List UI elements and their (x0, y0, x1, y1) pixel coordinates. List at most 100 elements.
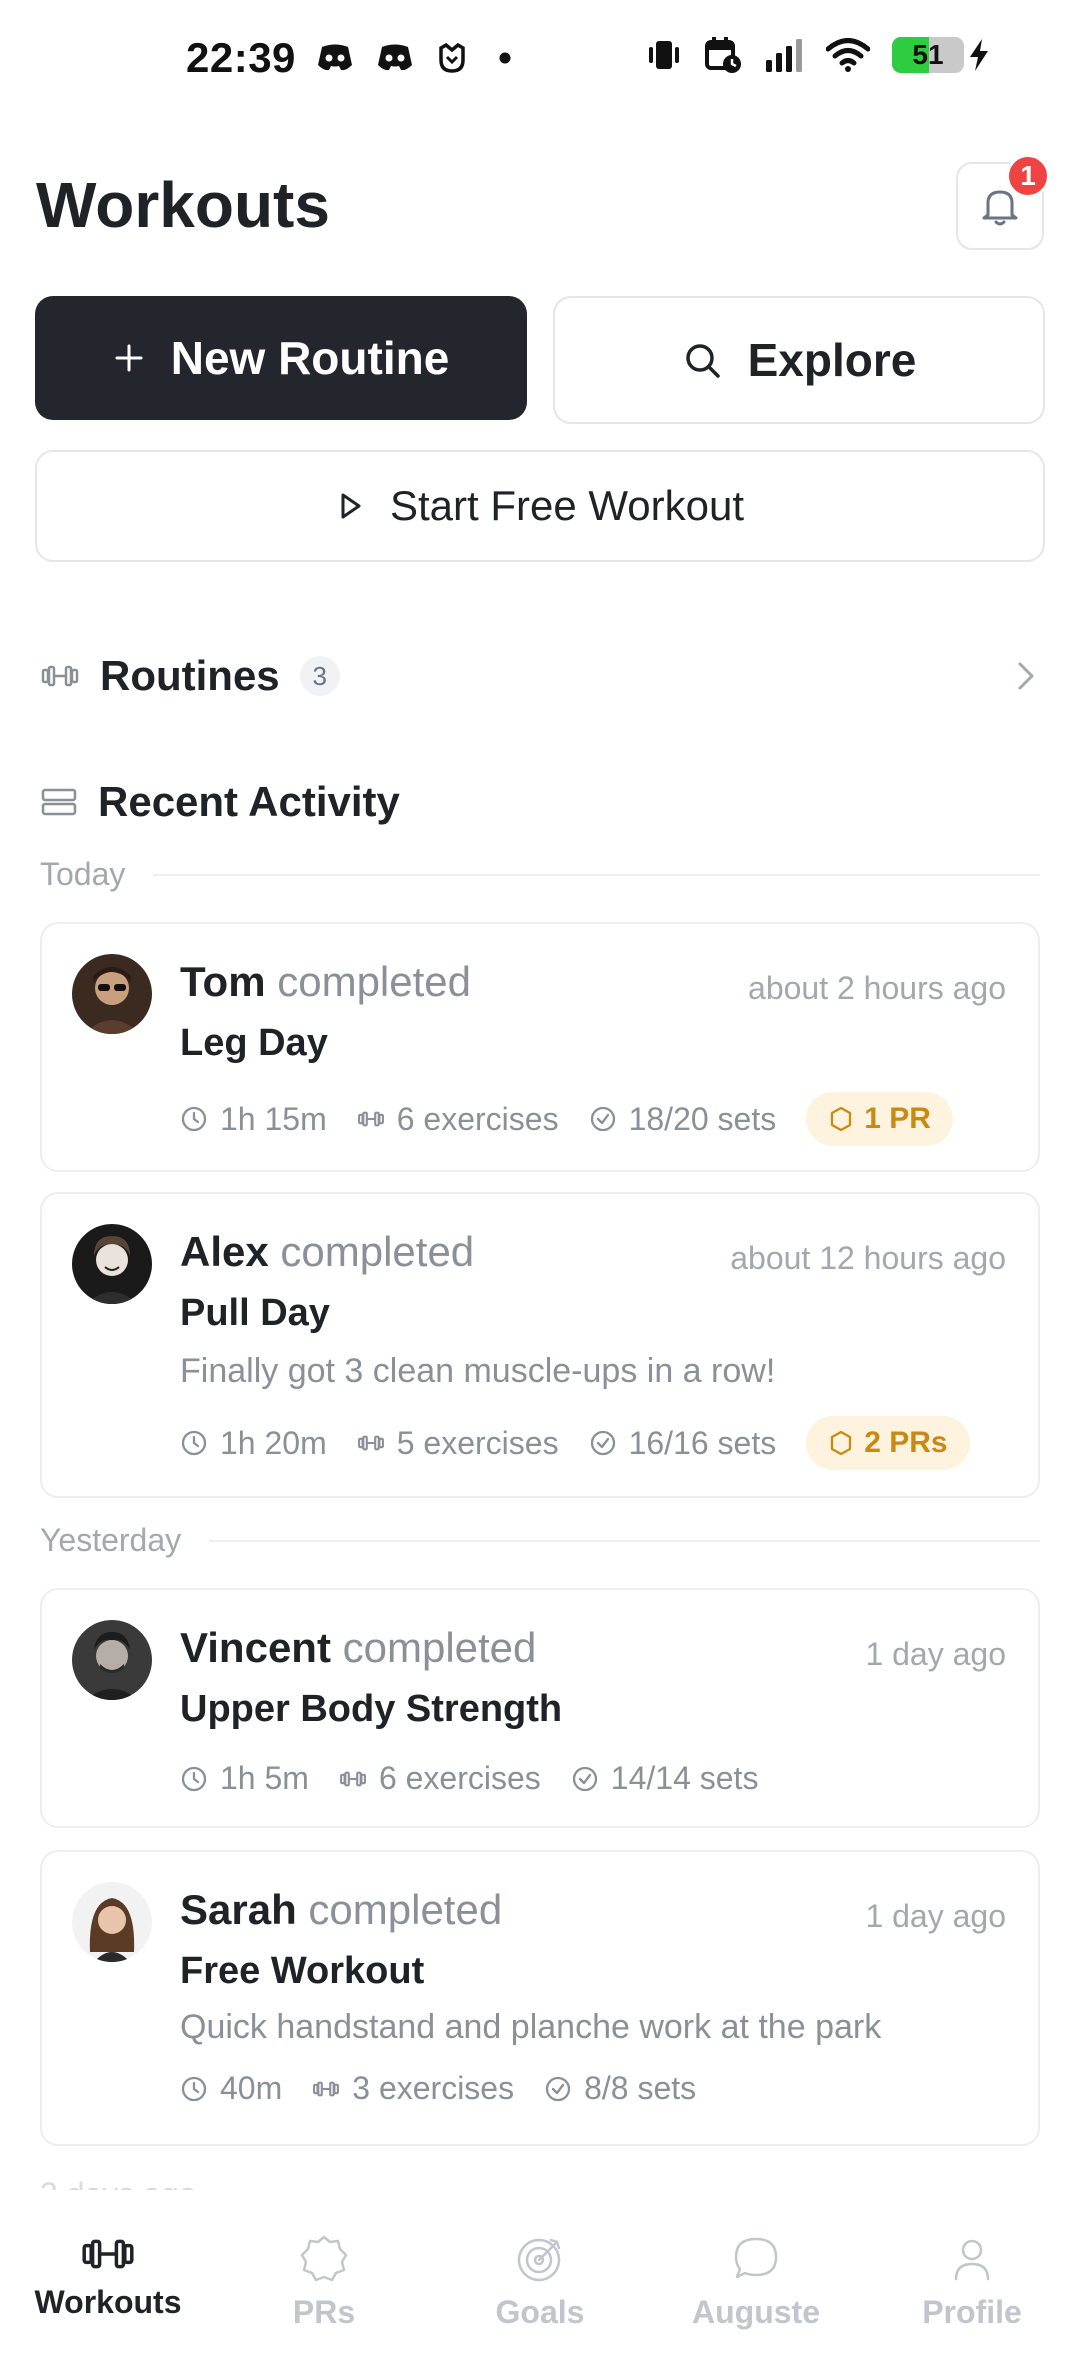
user-name[interactable]: Sarah (180, 1886, 297, 1933)
list-icon (41, 788, 77, 816)
exercises-stat: 5 exercises (357, 1425, 559, 1462)
pr-count: 2 PRs (864, 1426, 948, 1459)
nav-prs[interactable]: PRs (216, 2190, 432, 2376)
nav-label: Profile (922, 2294, 1022, 2330)
nav-profile[interactable]: Profile (864, 2190, 1080, 2376)
user-name[interactable]: Tom (180, 958, 266, 1005)
activity-time: about 2 hours ago (748, 970, 1006, 1006)
activity-card[interactable]: Vincent completed 1 day ago Upper Body S… (40, 1588, 1040, 1828)
pr-count: 1 PR (864, 1102, 931, 1135)
pr-badge: 2 PRs (806, 1416, 970, 1470)
new-routine-label: New Routine (170, 332, 450, 384)
wifi-icon (826, 38, 870, 72)
workout-name: Leg Day (180, 1022, 328, 1064)
nav-goals[interactable]: Goals (432, 2190, 648, 2376)
duration-stat: 40m (180, 2070, 282, 2107)
routines-row[interactable]: Routines 3 (40, 636, 1040, 716)
explore-button[interactable]: Explore (553, 296, 1045, 424)
duration-value: 1h 15m (220, 1100, 327, 1137)
activity-card[interactable]: Sarah completed 1 day ago Free Workout Q… (40, 1850, 1040, 2146)
badge-icon (831, 1430, 852, 1456)
bottom-navigation: Workouts PRs Goals Auguste Profile (0, 2190, 1080, 2376)
start-free-workout-button[interactable]: Start Free Workout (35, 450, 1045, 562)
sets-value: 18/20 sets (628, 1100, 777, 1137)
dumbbell-icon (357, 1435, 384, 1451)
activity-verb: completed (277, 958, 471, 1005)
new-routine-button[interactable]: New Routine (35, 296, 527, 420)
status-bar: 22:39 51 (0, 0, 1080, 120)
plus-icon (115, 344, 143, 372)
duration-stat: 1h 15m (180, 1101, 327, 1138)
nav-auguste[interactable]: Auguste (648, 2190, 864, 2376)
activity-verb: completed (280, 1228, 475, 1275)
workout-name: Free Workout (180, 1950, 425, 1992)
battery-level: 51 (912, 39, 944, 70)
badge-icon (300, 2235, 348, 2282)
exercises-value: 5 exercises (396, 1424, 559, 1461)
avatar (72, 1620, 152, 1700)
recent-activity-label: Recent Activity (98, 778, 400, 825)
exercises-value: 6 exercises (396, 1100, 559, 1137)
recent-activity-header: Recent Activity (40, 762, 400, 842)
check-circle-icon (590, 1106, 615, 1132)
workout-stats: 1h 5m 6 exercises 14/14 sets (180, 1760, 758, 1797)
routines-count: 3 (299, 656, 340, 696)
workout-name: Upper Body Strength (180, 1688, 563, 1730)
day-separator-yesterday: Yesterday (40, 1522, 1040, 1559)
duration-value: 40m (220, 2070, 283, 2106)
search-icon (685, 344, 720, 378)
sets-stat: 16/16 sets (589, 1425, 776, 1462)
sets-stat: 8/8 sets (544, 2070, 696, 2107)
duration-value: 1h 5m (220, 1760, 309, 1796)
exercises-value: 3 exercises (352, 2070, 515, 2106)
check-circle-icon (590, 1430, 615, 1456)
play-icon (341, 493, 361, 519)
avatar (72, 954, 152, 1034)
start-free-workout-label: Start Free Workout (389, 482, 744, 529)
workout-note: Quick handstand and planche work at the … (180, 2008, 882, 2046)
nav-workouts[interactable]: Workouts (0, 2190, 216, 2376)
check-circle-icon (572, 1766, 597, 1791)
sets-stat: 14/14 sets (571, 1760, 758, 1797)
check-circle-icon (545, 2076, 571, 2101)
activity-time: about 12 hours ago (730, 1240, 1006, 1276)
activity-verb: completed (342, 1624, 537, 1671)
workout-stats: 40m 3 exercises 8/8 sets (180, 2070, 696, 2107)
nav-label: PRs (292, 2294, 356, 2330)
activity-card[interactable]: Alex completed about 12 hours ago Pull D… (40, 1192, 1040, 1498)
notification-badge: 1 (1006, 154, 1050, 198)
signal-icon (766, 39, 802, 72)
avatar (72, 1224, 152, 1304)
clock-icon (181, 1106, 207, 1132)
charging-icon (970, 39, 988, 71)
dot-icon (499, 52, 511, 64)
sets-value: 8/8 sets (584, 2070, 697, 2106)
explore-label: Explore (747, 334, 917, 386)
workout-name: Pull Day (180, 1292, 330, 1334)
user-name[interactable]: Vincent (180, 1624, 331, 1671)
workout-stats: 1h 15m 6 exercises 18/20 sets 1 PR (180, 1092, 953, 1146)
divider (153, 873, 1040, 876)
workout-note: Finally got 3 clean muscle-ups in a row! (180, 1352, 776, 1390)
clock-icon (181, 1430, 207, 1456)
user-name[interactable]: Alex (180, 1228, 269, 1275)
dumbbell-icon (313, 2081, 340, 2096)
target-icon (517, 2238, 561, 2282)
pr-badge: 1 PR (806, 1092, 953, 1146)
discord-icon (378, 44, 412, 71)
avatar (72, 1882, 152, 1962)
clock-icon (181, 2076, 207, 2101)
dumbbell-icon (357, 1111, 384, 1127)
day-label: Yesterday (40, 1522, 182, 1558)
activity-card[interactable]: Tom completed about 2 hours ago Leg Day … (40, 922, 1040, 1172)
duration-value: 1h 20m (220, 1424, 327, 1461)
discord-icon (318, 44, 352, 71)
day-label: Today (40, 856, 126, 892)
activity-time: 1 day ago (865, 1636, 1006, 1672)
divider (209, 1539, 1040, 1542)
calendar-icon (705, 37, 741, 73)
workout-stats: 1h 20m 5 exercises 16/16 sets 2 PRs (180, 1416, 970, 1470)
dumbbell-icon (82, 2239, 134, 2269)
activity-time: 1 day ago (865, 1898, 1006, 1934)
activity-verb: completed (308, 1886, 503, 1933)
